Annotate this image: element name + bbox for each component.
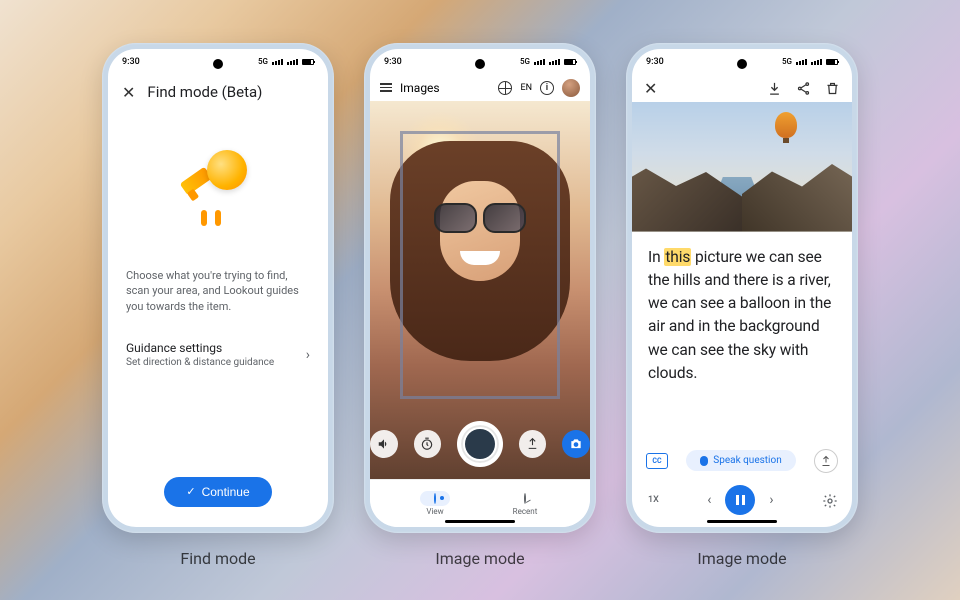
language-label[interactable]: EN xyxy=(520,83,532,93)
camera-controls xyxy=(370,421,590,467)
status-network: 5G xyxy=(520,57,530,66)
guidance-settings-row[interactable]: Guidance settings Set direction & distan… xyxy=(126,341,310,368)
sound-toggle-button[interactable] xyxy=(370,430,398,458)
find-mode-header: ✕ Find mode (Beta) xyxy=(108,75,328,110)
status-time: 9:30 xyxy=(646,57,664,67)
phones-row: 9:30 5G ✕ Find mode (Beta) xyxy=(102,43,858,568)
timer-icon xyxy=(420,437,434,451)
continue-button[interactable]: Continue xyxy=(164,477,271,507)
tab-recent-label: Recent xyxy=(513,507,538,516)
ask-row: CC Speak question xyxy=(632,443,852,477)
signal-icon xyxy=(549,59,560,65)
signal-icon xyxy=(796,59,807,65)
history-icon xyxy=(524,493,526,504)
phone2-screen: 9:30 5G Images EN i xyxy=(370,49,590,527)
camera-hole xyxy=(737,59,747,69)
camera-icon xyxy=(569,437,583,451)
menu-icon[interactable] xyxy=(380,83,392,92)
settings-button[interactable] xyxy=(822,493,836,507)
setting-subtitle: Set direction & distance guidance xyxy=(126,357,274,368)
upload-button[interactable] xyxy=(814,449,838,473)
download-icon[interactable] xyxy=(767,81,782,96)
phone2-wrap: 9:30 5G Images EN i xyxy=(364,43,596,568)
find-mode-body: Choose what you're trying to find, scan … xyxy=(108,110,328,527)
share-icon[interactable] xyxy=(796,81,811,96)
phone3-wrap: 9:30 5G ✕ xyxy=(626,43,858,568)
described-image xyxy=(632,102,852,232)
cc-badge[interactable]: CC xyxy=(646,453,668,469)
gear-icon xyxy=(822,493,838,509)
camera-viewport xyxy=(370,101,590,479)
caption-pre: In xyxy=(648,248,664,266)
focus-rectangle xyxy=(400,131,560,399)
info-icon[interactable]: i xyxy=(540,81,554,95)
phone1-caption: Find mode xyxy=(180,549,255,568)
tab-recent[interactable]: Recent xyxy=(510,491,540,516)
caption-post: picture we can see the hills and there i… xyxy=(648,248,831,382)
header-label: Images xyxy=(400,81,440,95)
battery-icon xyxy=(302,59,314,65)
phone1-wrap: 9:30 5G ✕ Find mode (Beta) xyxy=(102,43,334,568)
phone3-screen: 9:30 5G ✕ xyxy=(632,49,852,527)
upload-icon xyxy=(526,437,539,450)
signal-icon xyxy=(287,59,298,65)
image-description: In this picture we can see the hills and… xyxy=(632,232,852,443)
close-icon[interactable]: ✕ xyxy=(122,83,135,102)
description-text: Choose what you're trying to find, scan … xyxy=(126,268,310,316)
status-network: 5G xyxy=(782,57,792,66)
phone2-frame: 9:30 5G Images EN i xyxy=(364,43,596,533)
upload-button[interactable] xyxy=(519,430,547,458)
timer-button[interactable] xyxy=(414,430,442,458)
avatar[interactable] xyxy=(562,79,580,97)
playback-center: ‹ › xyxy=(707,485,773,515)
caption-header: ✕ xyxy=(632,75,852,102)
camera-hole xyxy=(475,59,485,69)
gesture-bar xyxy=(707,520,777,523)
speaker-icon xyxy=(377,437,391,451)
camera-hole xyxy=(213,59,223,69)
phone2-caption: Image mode xyxy=(435,549,524,568)
key-illustration xyxy=(183,146,253,226)
play-pause-button[interactable] xyxy=(725,485,755,515)
status-right: 5G xyxy=(782,57,838,66)
phone1-screen: 9:30 5G ✕ Find mode (Beta) xyxy=(108,49,328,527)
speak-question-button[interactable]: Speak question xyxy=(686,450,795,471)
shutter-button[interactable] xyxy=(457,421,503,467)
zoom-level[interactable]: 1X xyxy=(648,495,659,505)
prev-button[interactable]: ‹ xyxy=(707,492,711,508)
tab-view[interactable]: View xyxy=(420,491,450,516)
status-network: 5G xyxy=(258,57,268,66)
next-button[interactable]: › xyxy=(769,492,773,508)
phone3-caption: Image mode xyxy=(697,549,786,568)
images-header: Images EN i xyxy=(370,75,590,101)
camera-mode-button[interactable] xyxy=(562,430,590,458)
status-right: 5G xyxy=(520,57,576,66)
highlighted-word: this xyxy=(664,248,691,266)
status-time: 9:30 xyxy=(122,57,140,67)
upload-icon xyxy=(820,455,832,467)
phone1-frame: 9:30 5G ✕ Find mode (Beta) xyxy=(102,43,334,533)
page-title: Find mode (Beta) xyxy=(147,83,262,101)
close-icon[interactable]: ✕ xyxy=(644,79,657,98)
tab-view-label: View xyxy=(426,507,443,516)
signal-icon xyxy=(272,59,283,65)
battery-icon xyxy=(826,59,838,65)
delete-icon[interactable] xyxy=(825,81,840,96)
header-actions xyxy=(767,81,840,96)
balloon-graphic xyxy=(775,112,797,138)
battery-icon xyxy=(564,59,576,65)
status-right: 5G xyxy=(258,57,314,66)
signal-icon xyxy=(534,59,545,65)
guidance-settings-text: Guidance settings Set direction & distan… xyxy=(126,341,274,368)
eye-icon xyxy=(434,493,436,504)
gesture-bar xyxy=(445,520,515,523)
phone3-frame: 9:30 5G ✕ xyxy=(626,43,858,533)
pause-icon xyxy=(736,495,745,505)
setting-title: Guidance settings xyxy=(126,341,274,355)
signal-icon xyxy=(811,59,822,65)
chevron-right-icon: › xyxy=(306,347,310,363)
status-time: 9:30 xyxy=(384,57,402,67)
globe-icon[interactable] xyxy=(498,81,512,95)
